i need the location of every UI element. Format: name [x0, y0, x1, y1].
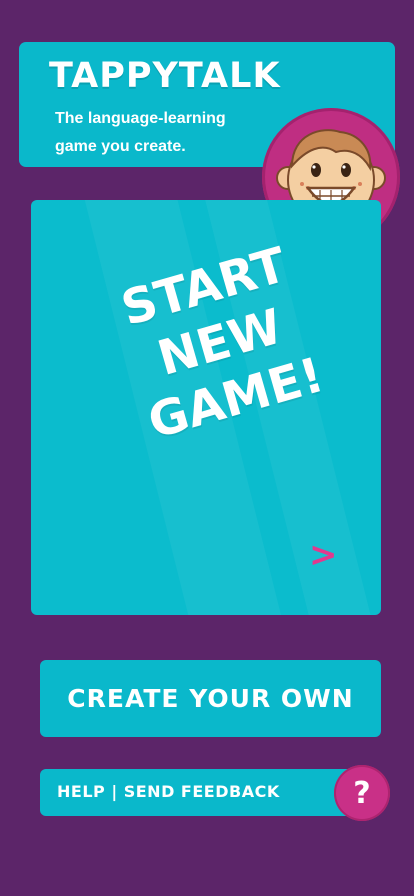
create-your-own-button[interactable]: CREATE YOUR OWN: [40, 660, 381, 737]
question-mark-icon: ?: [353, 775, 371, 811]
help-feedback-button[interactable]: HELP | SEND FEEDBACK: [40, 769, 355, 816]
chevron-right-icon[interactable]: >: [309, 535, 338, 575]
app-title: TAPPYTALK: [49, 56, 281, 96]
app-tagline: The language-learning game you create.: [55, 110, 226, 155]
help-feedback-label: HELP | SEND FEEDBACK: [57, 782, 280, 801]
start-new-game-card[interactable]: START NEW GAME! >: [31, 200, 381, 615]
help-button[interactable]: ?: [334, 765, 390, 821]
create-your-own-label: CREATE YOUR OWN: [67, 684, 354, 713]
